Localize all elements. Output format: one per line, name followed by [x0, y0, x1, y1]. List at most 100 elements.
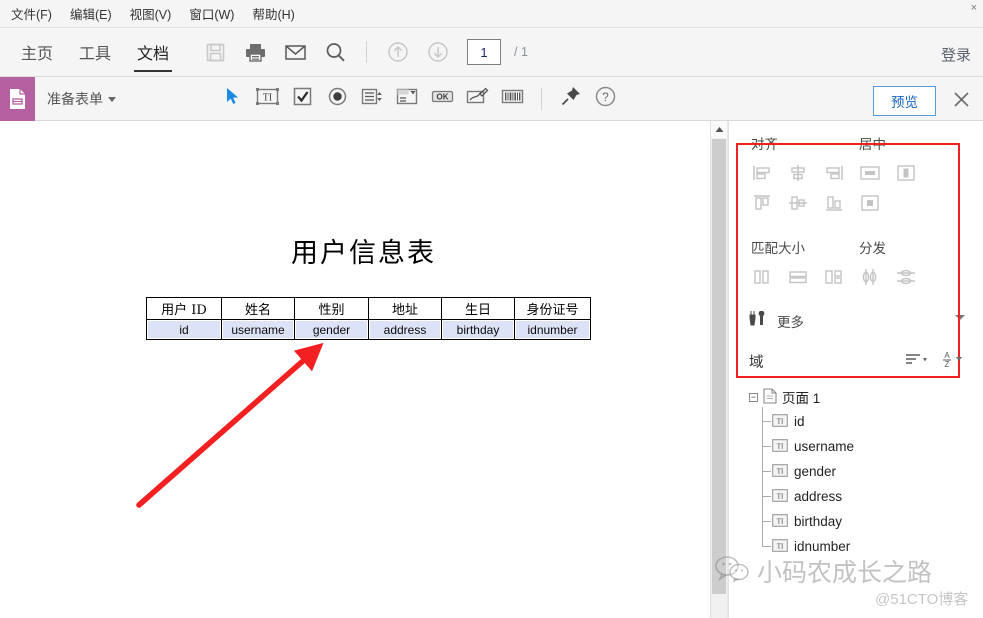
tree-item-id[interactable]: TI id: [762, 409, 983, 434]
push-button-tool[interactable]: OK: [426, 82, 459, 115]
pin-tool[interactable]: [554, 82, 587, 115]
align-horizontal-center-icon[interactable]: [785, 161, 811, 185]
list-box-tool[interactable]: [356, 82, 389, 115]
tree-item-label: username: [794, 439, 855, 454]
previous-page-button[interactable]: [381, 35, 415, 69]
align-top-icon[interactable]: [749, 191, 775, 215]
center-horizontally-icon[interactable]: [857, 161, 883, 185]
page-number-input[interactable]: 1: [467, 39, 502, 65]
tree-item-username[interactable]: TI username: [762, 434, 983, 459]
tree-item-label: idnumber: [794, 539, 851, 554]
svg-text:TI: TI: [777, 417, 784, 425]
svg-text:A: A: [944, 351, 950, 360]
match-size-group: 匹配大小: [749, 225, 857, 295]
menu-item-view[interactable]: 视图(V): [121, 1, 181, 26]
distribute-horizontal-icon[interactable]: [893, 265, 919, 289]
user-info-table: 用户 ID 姓名 性别 地址 生日 身份证号 id username gende…: [146, 297, 591, 340]
next-page-button[interactable]: [421, 35, 455, 69]
tree-children: TI id TI username TI gender TI address T…: [762, 407, 983, 559]
collapse-expander-icon[interactable]: −: [749, 392, 758, 402]
text-field-tool[interactable]: TI: [251, 82, 284, 115]
tree-item-idnumber[interactable]: TI idnumber: [762, 534, 983, 559]
menu-bar: 文件(F) 编辑(E) 视图(V) 窗口(W) 帮助(H) ×: [0, 0, 983, 28]
align-bottom-icon[interactable]: [821, 191, 847, 215]
form-field-cell-idnumber[interactable]: idnumber: [514, 319, 591, 340]
save-icon: [205, 42, 226, 63]
form-field-gender[interactable]: gender: [296, 321, 367, 338]
print-icon: [244, 42, 267, 63]
form-field-cell-gender[interactable]: gender: [294, 319, 369, 340]
barcode-tool[interactable]: [496, 82, 529, 115]
form-field-username[interactable]: username: [223, 321, 293, 338]
print-button[interactable]: [238, 35, 272, 69]
save-button[interactable]: [198, 35, 232, 69]
tab-document[interactable]: 文档: [124, 28, 182, 76]
email-button[interactable]: [278, 35, 312, 69]
center-group: 居中: [857, 121, 965, 221]
tree-item-birthday[interactable]: TI birthday: [762, 509, 983, 534]
search-button[interactable]: [318, 35, 352, 69]
form-field-id[interactable]: id: [148, 321, 220, 338]
signature-field-tool[interactable]: [461, 82, 494, 115]
distribute-section-title: 分发: [859, 241, 886, 256]
form-field-cell-id[interactable]: id: [146, 319, 222, 340]
tree-root-page[interactable]: − 页面 1: [749, 387, 983, 407]
match-size-section-title: 匹配大小: [751, 241, 805, 256]
alphabetical-sort-button[interactable]: A Z: [941, 350, 965, 373]
form-field-birthday[interactable]: birthday: [443, 321, 513, 338]
work-area: 用户信息表 用户 ID 姓名 性别 地址 生日 身份证号 id username…: [0, 121, 983, 618]
menu-item-file[interactable]: 文件(F): [2, 1, 61, 26]
close-form-editor-button[interactable]: [949, 87, 973, 111]
prepare-form-menu[interactable]: 准备表单: [47, 89, 116, 109]
chevron-down-icon[interactable]: [955, 315, 965, 320]
menu-item-edit[interactable]: 编辑(E): [61, 1, 121, 26]
tree-item-gender[interactable]: TI gender: [762, 459, 983, 484]
tab-home[interactable]: 主页: [8, 28, 66, 76]
table-header-cell: 用户 ID: [146, 297, 222, 320]
svg-text:OK: OK: [437, 92, 449, 101]
align-group: 对齐: [749, 121, 857, 221]
match-both-icon[interactable]: [821, 265, 847, 289]
checkbox-tool[interactable]: [286, 82, 319, 115]
radio-button-tool[interactable]: [321, 82, 354, 115]
chevron-down-icon: [108, 97, 116, 103]
match-height-icon[interactable]: [785, 265, 811, 289]
preview-button[interactable]: 预览: [873, 86, 936, 116]
form-field-idnumber[interactable]: idnumber: [516, 321, 589, 338]
list-box-icon: [360, 86, 385, 112]
tree-item-address[interactable]: TI address: [762, 484, 983, 509]
prepare-form-label: 准备表单: [47, 90, 103, 107]
align-right-icon[interactable]: [821, 161, 847, 185]
scroll-up-button[interactable]: [711, 121, 727, 138]
more-options-button[interactable]: 更多: [747, 309, 983, 332]
align-left-icon[interactable]: [749, 161, 775, 185]
menu-item-window[interactable]: 窗口(W): [180, 1, 243, 26]
align-vertical-middle-icon[interactable]: [785, 191, 811, 215]
menu-item-help[interactable]: 帮助(H): [243, 1, 303, 26]
form-field-cell-username[interactable]: username: [221, 319, 295, 340]
tab-tools[interactable]: 工具: [66, 28, 124, 76]
document-viewer[interactable]: 用户信息表 用户 ID 姓名 性别 地址 生日 身份证号 id username…: [0, 121, 728, 618]
document-vertical-scrollbar[interactable]: [710, 121, 727, 618]
login-button[interactable]: 登录: [941, 44, 971, 65]
chevron-up-icon: [715, 127, 723, 132]
form-field-cell-address[interactable]: address: [368, 319, 442, 340]
scrollbar-thumb[interactable]: [712, 139, 726, 594]
select-cursor-tool[interactable]: [216, 82, 249, 115]
dropdown-tool[interactable]: [391, 82, 424, 115]
match-width-icon[interactable]: [749, 265, 775, 289]
form-field-cell-birthday[interactable]: birthday: [441, 319, 515, 340]
center-vertically-icon[interactable]: [893, 161, 919, 185]
fields-panel-header: 域 A Z: [729, 332, 983, 373]
previous-page-icon: [387, 41, 409, 63]
sort-order-button[interactable]: [904, 351, 928, 372]
window-close-button[interactable]: ×: [971, 2, 977, 14]
center-both-icon[interactable]: [857, 191, 883, 215]
text-field-icon: TI: [772, 413, 788, 430]
distribute-vertical-icon[interactable]: [857, 265, 883, 289]
help-tool[interactable]: ?: [589, 82, 622, 115]
barcode-icon: [500, 86, 525, 112]
form-field-address[interactable]: address: [370, 321, 440, 338]
svg-text:TI: TI: [777, 442, 784, 450]
form-toolbar: 准备表单 TI OK ? 预览: [0, 76, 983, 121]
